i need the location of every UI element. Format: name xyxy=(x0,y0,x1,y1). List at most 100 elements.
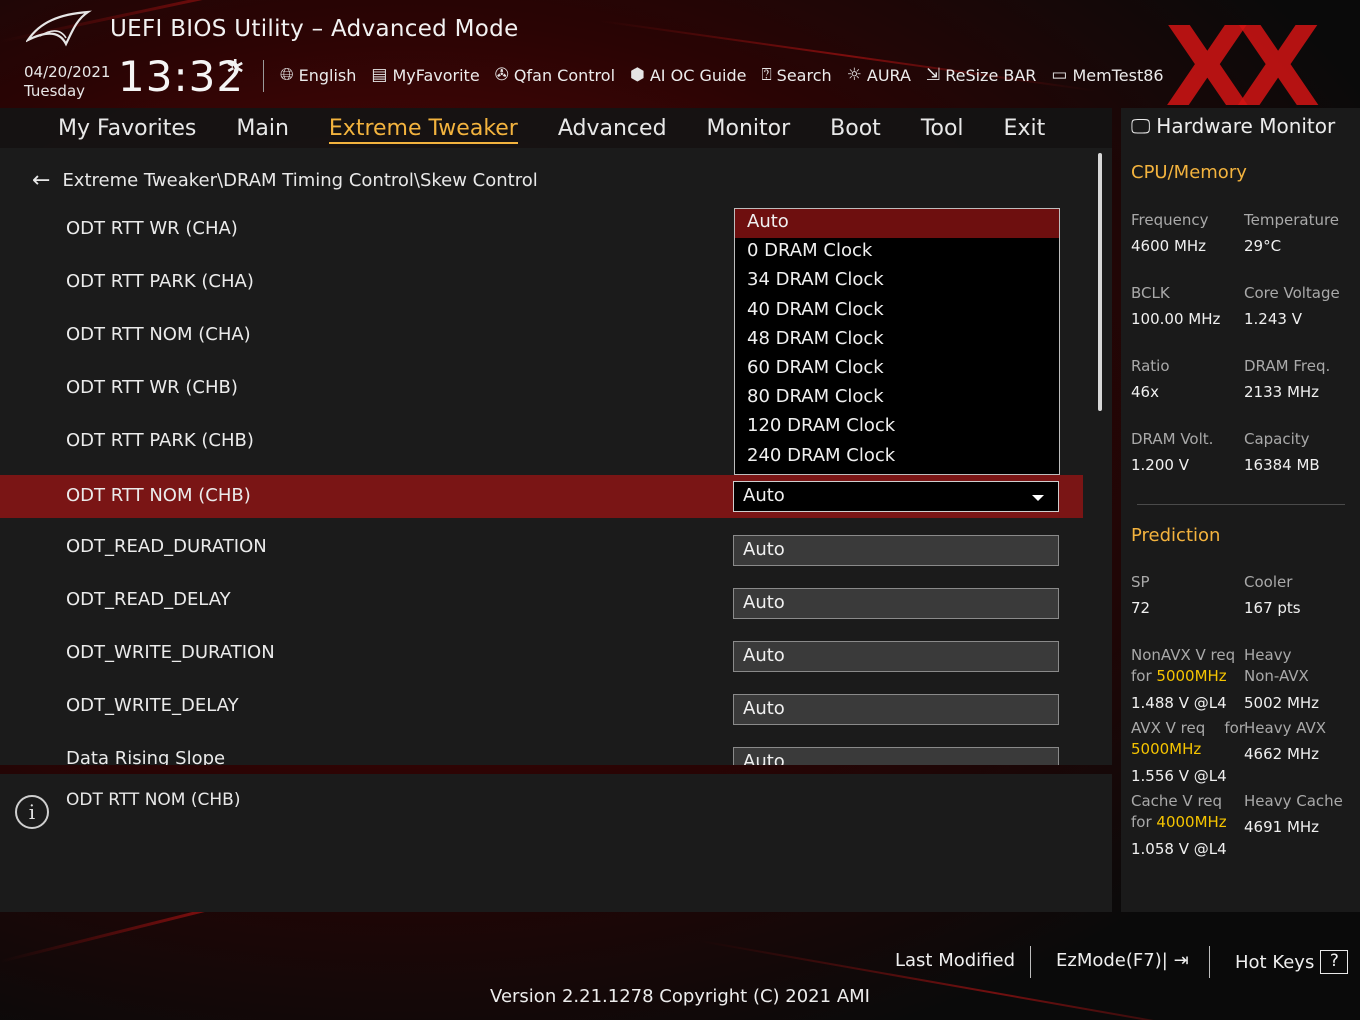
resize-bar-button[interactable]: ⇲ ReSize BAR xyxy=(926,65,1036,85)
dropdown-option[interactable]: 40 DRAM Clock xyxy=(735,297,1059,326)
setting-dropdown[interactable]: Auto xyxy=(733,747,1059,765)
footer-divider xyxy=(1209,946,1210,978)
hw-label: Cooler xyxy=(1244,573,1293,591)
tab-exit[interactable]: Exit xyxy=(984,116,1066,141)
hardware-monitor-panel: 🖵︎ Hardware Monitor CPU/Memory Frequency… xyxy=(1121,108,1360,912)
dropdown-option[interactable]: 80 DRAM Clock xyxy=(735,384,1059,413)
version-text: Version 2.21.1278 Copyright (C) 2021 AMI xyxy=(490,986,870,1007)
dropdown-option[interactable]: 34 DRAM Clock xyxy=(735,267,1059,296)
myfavorite-label: MyFavorite xyxy=(392,65,480,85)
setting-label: ODT RTT PARK (CHB) xyxy=(66,430,254,451)
globe-icon: 🌐︎ xyxy=(280,65,294,85)
hw-label: Non-AVX xyxy=(1244,667,1309,685)
dropdown-option[interactable]: 60 DRAM Clock xyxy=(735,355,1059,384)
search-icon: ⍰ xyxy=(761,65,772,85)
help-panel: i ODT RTT NOM (CHB) xyxy=(0,774,1112,912)
tab-monitor[interactable]: Monitor xyxy=(687,116,811,141)
rog-logo-icon xyxy=(26,10,92,47)
tab-extreme-tweaker[interactable]: Extreme Tweaker xyxy=(309,115,538,144)
setting-row[interactable]: ODT_WRITE_DELAY Auto xyxy=(0,685,1083,728)
hw-label: DRAM Freq. xyxy=(1244,357,1331,375)
qfan-control-button[interactable]: ✇ Qfan Control xyxy=(495,65,615,85)
favorite-icon: ▤ xyxy=(371,65,388,85)
setting-label: ODT RTT WR (CHB) xyxy=(66,377,238,398)
breadcrumb-path: Extreme Tweaker\DRAM Timing Control\Skew… xyxy=(62,170,538,191)
hw-label-line: for 4000MHz xyxy=(1131,813,1227,831)
ai-oc-guide-button[interactable]: ⬢ AI OC Guide xyxy=(630,65,746,85)
last-modified-button[interactable]: Last Modified xyxy=(895,950,1015,971)
qfan-control-label: Qfan Control xyxy=(513,65,616,85)
hot-keys-label: Hot Keys xyxy=(1235,951,1315,973)
footer-bar: Last Modified EzMode(F7)| ⇥ Hot Keys ? V… xyxy=(0,912,1360,1020)
search-button[interactable]: ⍰ Search xyxy=(761,65,831,85)
gear-icon[interactable]: ✲ xyxy=(226,56,244,81)
dropdown-option[interactable]: 48 DRAM Clock xyxy=(735,326,1059,355)
myfavorite-button[interactable]: ▤ MyFavorite xyxy=(371,65,479,85)
hw-label: Heavy Cache xyxy=(1244,792,1343,810)
last-modified-label: Last Modified xyxy=(895,950,1016,971)
date-text: 04/20/2021 xyxy=(24,63,111,81)
cpu-memory-heading: CPU/Memory xyxy=(1131,162,1247,183)
hw-label: Core Voltage xyxy=(1244,284,1340,302)
setting-row-selected[interactable]: ODT RTT NOM (CHB) Auto xyxy=(0,475,1083,518)
setting-row[interactable]: ODT_READ_DELAY Auto xyxy=(0,579,1083,622)
hw-value: 2133 MHz xyxy=(1244,383,1320,401)
hw-value: 4691 MHz xyxy=(1244,818,1320,836)
back-arrow-icon[interactable]: ← xyxy=(32,168,50,193)
info-icon: i xyxy=(15,795,49,829)
tab-my-favorites[interactable]: My Favorites xyxy=(0,116,216,141)
dropdown-option[interactable]: 120 DRAM Clock xyxy=(735,413,1059,442)
dropdown-option[interactable]: Auto xyxy=(735,209,1059,239)
dropdown-option[interactable]: 240 DRAM Clock xyxy=(735,443,1059,472)
language-label: English xyxy=(298,65,357,85)
hw-label: Capacity xyxy=(1244,430,1310,448)
setting-value: Auto xyxy=(743,485,785,506)
hw-label: Frequency xyxy=(1131,211,1209,229)
top-toolbar: 🌐︎ English ▤ MyFavorite ✇ Qfan Control ⬢… xyxy=(280,62,1164,88)
setting-row[interactable]: ODT_READ_DURATION Auto xyxy=(0,526,1083,569)
ezmode-label: EzMode(F7)| xyxy=(1056,950,1168,971)
hw-value: 1.556 V @L4 xyxy=(1131,767,1227,785)
hw-label: BCLK xyxy=(1131,284,1170,302)
prediction-heading: Prediction xyxy=(1131,525,1221,546)
main-menu-tabs: My Favorites Main Extreme Tweaker Advanc… xyxy=(0,108,1112,148)
aura-label: AURA xyxy=(866,65,911,85)
setting-value: Auto xyxy=(743,539,785,560)
setting-value: Auto xyxy=(743,592,785,613)
setting-label: ODT_WRITE_DELAY xyxy=(66,695,239,716)
resize-bar-label: ReSize BAR xyxy=(945,65,1037,85)
setting-dropdown[interactable]: Auto xyxy=(733,481,1059,512)
tab-advanced[interactable]: Advanced xyxy=(538,116,687,141)
aura-icon: ☼ xyxy=(846,65,862,85)
freq-highlight: 5000MHz xyxy=(1131,740,1202,758)
setting-label: ODT RTT NOM (CHA) xyxy=(66,324,251,345)
setting-dropdown[interactable]: Auto xyxy=(733,641,1059,672)
search-label: Search xyxy=(776,65,832,85)
setting-dropdown[interactable]: Auto xyxy=(733,588,1059,619)
tab-boot[interactable]: Boot xyxy=(810,116,901,141)
memtest-button[interactable]: ▭ MemTest86 xyxy=(1051,65,1163,85)
setting-dropdown[interactable]: Auto xyxy=(733,535,1059,566)
aura-button[interactable]: ☼ AURA xyxy=(847,65,911,85)
hw-label-line: for 5000MHz xyxy=(1131,667,1227,685)
freq-highlight: 4000MHz xyxy=(1156,813,1227,831)
setting-value: Auto xyxy=(743,751,785,765)
ezmode-button[interactable]: EzMode(F7)| ⇥ xyxy=(1056,950,1189,971)
dropdown-option[interactable]: 0 DRAM Clock xyxy=(735,238,1059,267)
hw-label: Heavy xyxy=(1244,646,1292,664)
hot-keys-button[interactable]: Hot Keys ? xyxy=(1235,950,1349,974)
setting-label: ODT RTT NOM (CHB) xyxy=(66,485,251,506)
monitor-icon: 🖵︎ xyxy=(1131,114,1151,138)
breadcrumb: ← Extreme Tweaker\DRAM Timing Control\Sk… xyxy=(32,168,538,193)
freq-highlight: 5000MHz xyxy=(1156,667,1227,685)
setting-row[interactable]: ODT_WRITE_DURATION Auto xyxy=(0,632,1083,675)
language-button[interactable]: 🌐︎ English xyxy=(280,65,356,85)
tab-tool[interactable]: Tool xyxy=(901,116,984,141)
hw-value: 1.058 V @L4 xyxy=(1131,840,1227,858)
scrollbar[interactable] xyxy=(1098,153,1102,411)
setting-row[interactable]: Data Rising Slope Auto xyxy=(0,738,1083,765)
tab-main[interactable]: Main xyxy=(216,116,309,141)
setting-label: ODT RTT WR (CHA) xyxy=(66,218,238,239)
hw-label: DRAM Volt. xyxy=(1131,430,1214,448)
setting-dropdown[interactable]: Auto xyxy=(733,694,1059,725)
